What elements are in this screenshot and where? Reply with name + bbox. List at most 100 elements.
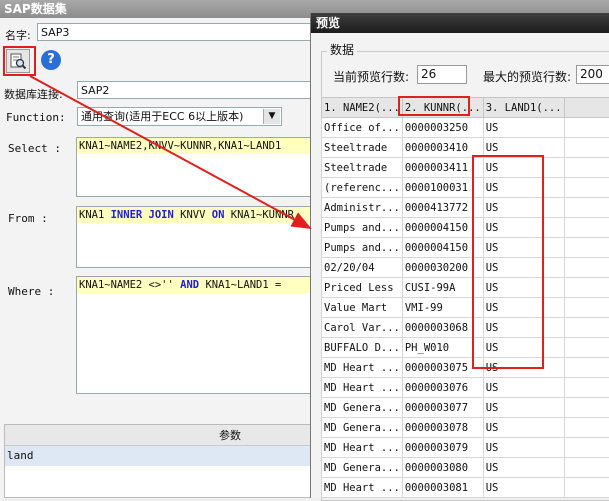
table-cell: 0000003077 [402, 398, 483, 418]
table-cell-empty [564, 358, 609, 378]
table-cell: MD Genera... [322, 418, 403, 438]
data-group-label: 数据 [327, 41, 357, 58]
table-cell: MD Heart ... [322, 358, 403, 378]
table-cell: US [483, 458, 564, 478]
table-row[interactable]: (referenc...0000100031US [322, 178, 609, 198]
table-cell: Value Mart [322, 298, 403, 318]
table-cell-empty [564, 178, 609, 198]
table-cell: 0000003078 [402, 418, 483, 438]
current-rows-input[interactable]: 26 [417, 65, 467, 84]
select-label: Select : [8, 142, 61, 155]
table-cell-empty [564, 298, 609, 318]
table-row[interactable]: Pumps and...0000004150US [322, 218, 609, 238]
table-row[interactable]: MD Heart ...0000003076US [322, 378, 609, 398]
from-keyword-on: ON [212, 209, 225, 221]
table-cell: 0000003081 [402, 478, 483, 498]
help-icon[interactable]: ? [41, 50, 61, 70]
table-row[interactable]: Value MartVMI-99US [322, 298, 609, 318]
parameter-table: 参数 land [4, 424, 316, 498]
table-row[interactable]: MD Genera...0000003077US [322, 398, 609, 418]
table-cell: US [483, 418, 564, 438]
land1-values-highlight [472, 155, 544, 369]
table-row[interactable]: MD Genera...0000003080US [322, 458, 609, 478]
database-connection-input[interactable]: SAP2 [77, 81, 317, 99]
table-cell-empty [564, 198, 609, 218]
grid-body: Office of...0000003250USSteeltrade000000… [322, 118, 609, 498]
table-cell-empty [564, 378, 609, 398]
max-rows-input[interactable]: 200 [576, 65, 609, 84]
table-row[interactable]: Administr...0000413772US [322, 198, 609, 218]
name-input[interactable]: SAP3 [37, 23, 317, 41]
table-cell-empty [564, 138, 609, 158]
table-row[interactable]: Steeltrade0000003411US [322, 158, 609, 178]
where-text: KNA1~NAME2 <>'' AND KNA1~LAND1 = [77, 277, 315, 293]
table-cell-empty [564, 278, 609, 298]
table-row[interactable]: Steeltrade0000003410US [322, 138, 609, 158]
table-cell: 0000003080 [402, 458, 483, 478]
chevron-down-icon[interactable]: ▼ [263, 109, 280, 124]
table-cell: US [483, 118, 564, 138]
table-cell: 0000003079 [402, 438, 483, 458]
table-cell: (referenc... [322, 178, 403, 198]
where-textarea[interactable]: KNA1~NAME2 <>'' AND KNA1~LAND1 = [76, 276, 316, 394]
table-row[interactable]: BUFFALO D...PH_W010US [322, 338, 609, 358]
table-cell: US [483, 438, 564, 458]
table-cell-empty [564, 218, 609, 238]
from-text: KNA1 INNER JOIN KNVV ON KNA1~KUNNR [77, 207, 315, 223]
table-row[interactable]: 02/20/040000030200US [322, 258, 609, 278]
table-cell: US [483, 378, 564, 398]
parameter-column-header: 参数 [5, 425, 315, 446]
function-select-value: 通用查询(适用于ECC 6以上版本) [81, 110, 243, 123]
column-header-land1[interactable]: 3. LAND1(... [483, 98, 564, 118]
table-cell: MD Heart ... [322, 378, 403, 398]
where-label: Where : [8, 285, 54, 298]
table-cell-empty [564, 258, 609, 278]
preview-button-highlight [3, 46, 36, 76]
table-cell-empty [564, 118, 609, 138]
where-keyword-and: AND [180, 279, 199, 291]
table-cell: MD Heart ... [322, 478, 403, 498]
kunnr-column-highlight [398, 96, 470, 116]
table-row[interactable]: Priced LessCUSI-99AUS [322, 278, 609, 298]
column-header-name2[interactable]: 1. NAME2(... [322, 98, 403, 118]
select-text: KNA1~NAME2,KNVV~KUNNR,KNA1~LAND1 [77, 138, 315, 154]
table-cell: MD Heart ... [322, 438, 403, 458]
table-row[interactable]: MD Heart ...0000003075US [322, 358, 609, 378]
from-part: KNVV [174, 209, 212, 221]
table-cell: Administr... [322, 198, 403, 218]
table-row[interactable]: Office of...0000003250US [322, 118, 609, 138]
name-label: 名字: [5, 27, 31, 43]
table-cell-empty [564, 238, 609, 258]
max-rows-label: 最大的预览行数: [483, 68, 571, 85]
table-cell: 02/20/04 [322, 258, 403, 278]
table-cell-empty [564, 158, 609, 178]
from-keyword-inner-join: INNER JOIN [111, 209, 174, 221]
select-textarea[interactable]: KNA1~NAME2,KNVV~KUNNR,KNA1~LAND1 [76, 137, 316, 197]
current-rows-label: 当前预览行数: [333, 68, 409, 85]
table-cell-empty [564, 478, 609, 498]
where-part: KNA1~LAND1 = [199, 279, 281, 291]
preview-dialog: 预览 数据 当前预览行数: 26 最大的预览行数: 200 1. NAME2(.… [310, 13, 609, 498]
parameter-row-land[interactable]: land [5, 446, 315, 466]
function-label: Function: [6, 111, 66, 124]
table-cell-empty [564, 338, 609, 358]
table-cell: Steeltrade [322, 158, 403, 178]
table-cell-empty [564, 398, 609, 418]
table-row[interactable]: Pumps and...0000004150US [322, 238, 609, 258]
table-row[interactable]: MD Heart ...0000003081US [322, 478, 609, 498]
table-cell: US [483, 398, 564, 418]
from-part: KNA1 [79, 209, 111, 221]
table-cell: Priced Less [322, 278, 403, 298]
preview-data-grid[interactable]: 1. NAME2(... 2. KUNNR(... 3. LAND1(... O… [321, 97, 609, 498]
from-textarea[interactable]: KNA1 INNER JOIN KNVV ON KNA1~KUNNR [76, 206, 316, 268]
where-part: KNA1~NAME2 <>'' [79, 279, 180, 291]
function-select[interactable]: 通用查询(适用于ECC 6以上版本) ▼ [77, 107, 282, 126]
from-label: From : [8, 212, 48, 225]
column-header-empty [564, 98, 609, 118]
table-cell: MD Genera... [322, 458, 403, 478]
table-row[interactable]: MD Genera...0000003078US [322, 418, 609, 438]
table-cell-empty [564, 318, 609, 338]
table-row[interactable]: Carol Var...0000003068US [322, 318, 609, 338]
table-row[interactable]: MD Heart ...0000003079US [322, 438, 609, 458]
table-cell: Office of... [322, 118, 403, 138]
